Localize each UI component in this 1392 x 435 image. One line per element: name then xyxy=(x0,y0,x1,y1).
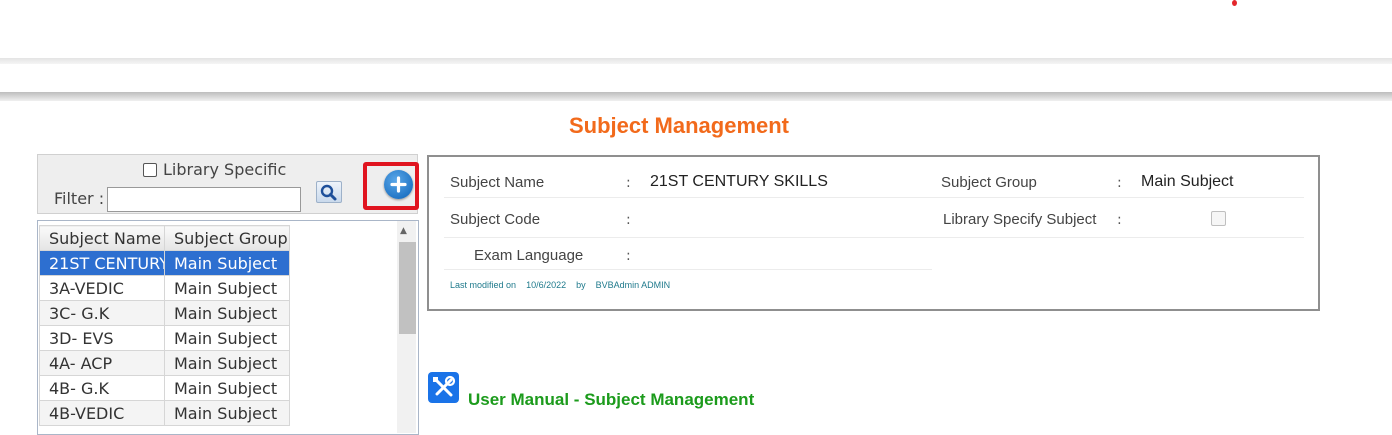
filter-label: Filter : xyxy=(54,189,105,208)
row-subject-group: Main Subject xyxy=(164,275,290,301)
modified-by: by xyxy=(576,280,586,290)
row-subject-group: Main Subject xyxy=(164,250,290,276)
subject-group-label: Subject Group xyxy=(941,174,1037,191)
table-row[interactable]: 3C- G.K Main Subject xyxy=(39,300,290,326)
row-subject-name: 4A- ACP xyxy=(39,350,165,376)
row-subject-name: 4B-VEDIC xyxy=(39,400,165,426)
table-row[interactable]: 21ST CENTURY SKILLS Main Subject xyxy=(39,250,290,276)
add-subject-button[interactable] xyxy=(384,170,413,199)
subject-table: Subject Name Subject Group 21ST CENTURY … xyxy=(39,225,290,426)
colon: : xyxy=(626,248,631,264)
scrollbar-thumb[interactable] xyxy=(399,242,416,334)
page-title: Subject Management xyxy=(568,113,790,138)
row-subject-group: Main Subject xyxy=(164,375,290,401)
filter-input[interactable] xyxy=(107,187,301,212)
table-row[interactable]: 4B-VEDIC Main Subject xyxy=(39,400,290,426)
row-subject-name: 4B- G.K xyxy=(39,375,165,401)
wrench-screwdriver-glyph xyxy=(433,375,456,397)
row-subject-name: 3A-VEDIC xyxy=(39,275,165,301)
modified-date: 10/6/2022 xyxy=(526,280,567,290)
library-specific-option[interactable]: Library Specific xyxy=(143,160,286,179)
row-subject-group: Main Subject xyxy=(164,400,290,426)
library-specific-label: Library Specific xyxy=(163,160,287,179)
subject-name-label: Subject Name xyxy=(450,174,545,191)
last-modified-info: Last modified on 10/6/2022 by BVBAdmin A… xyxy=(450,280,670,290)
plus-circle-icon xyxy=(390,176,407,193)
toolbar-band xyxy=(0,92,1392,101)
table-row[interactable]: 4B- G.K Main Subject xyxy=(39,375,290,401)
row-subject-name: 21ST CENTURY SKILLS xyxy=(39,250,165,276)
search-button[interactable] xyxy=(316,181,342,203)
subject-list: Subject Name Subject Group 21ST CENTURY … xyxy=(37,220,419,435)
table-row[interactable]: 4A- ACP Main Subject xyxy=(39,350,290,376)
row-subject-name: 3D- EVS xyxy=(39,325,165,351)
row-subject-group: Main Subject xyxy=(164,325,290,351)
subject-group-value: Main Subject xyxy=(1141,173,1234,190)
row-subject-name: 3C- G.K xyxy=(39,300,165,326)
scroll-up-icon[interactable]: ▲ xyxy=(400,226,407,236)
colon: : xyxy=(1117,175,1122,191)
modified-user: BVBAdmin ADMIN xyxy=(595,280,671,290)
header-band xyxy=(0,58,1392,64)
row-divider xyxy=(444,197,1304,198)
library-specify-checkbox[interactable] xyxy=(1211,211,1226,226)
exam-language-label: Exam Language xyxy=(474,247,584,264)
colon: : xyxy=(626,212,631,228)
table-row[interactable]: 3A-VEDIC Main Subject xyxy=(39,275,290,301)
library-specific-checkbox[interactable] xyxy=(143,162,157,177)
column-header-subject-group[interactable]: Subject Group xyxy=(164,225,290,251)
tools-icon[interactable] xyxy=(428,372,459,403)
row-divider xyxy=(444,237,1304,238)
row-subject-group: Main Subject xyxy=(164,300,290,326)
modified-prefix: Last modified on xyxy=(450,280,517,290)
table-row[interactable]: 3D- EVS Main Subject xyxy=(39,325,290,351)
search-icon xyxy=(320,184,337,201)
column-header-subject-name[interactable]: Subject Name xyxy=(39,225,165,251)
library-specify-label: Library Specify Subject xyxy=(943,211,1097,228)
notification-dot xyxy=(1232,0,1237,6)
subject-code-label: Subject Code xyxy=(450,211,541,228)
subject-name-value: 21ST CENTURY SKILLS xyxy=(650,173,828,190)
row-divider xyxy=(444,269,932,270)
colon: : xyxy=(626,175,631,191)
row-subject-group: Main Subject xyxy=(164,350,290,376)
user-manual-link[interactable]: User Manual - Subject Management xyxy=(468,390,754,410)
colon: : xyxy=(1117,212,1122,228)
